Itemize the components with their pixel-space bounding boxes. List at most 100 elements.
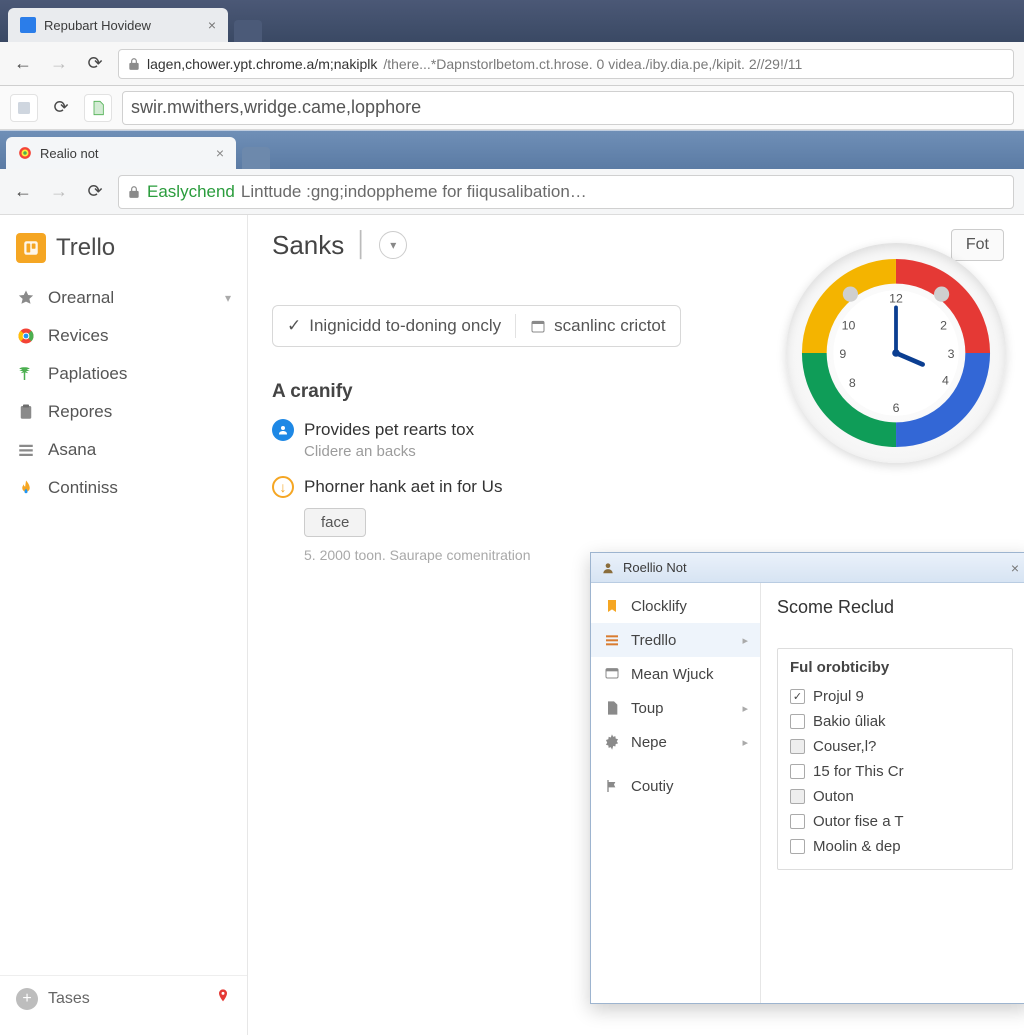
check-row[interactable]: 15 for This Cr bbox=[790, 759, 1000, 784]
brand-label: Trello bbox=[56, 234, 115, 262]
add-icon[interactable]: + bbox=[16, 988, 38, 1010]
new-tab-button[interactable] bbox=[242, 147, 270, 169]
chevron-right-icon: ▸ bbox=[742, 702, 748, 715]
sidebar-item-revices[interactable]: Revices bbox=[0, 317, 247, 355]
close-icon[interactable]: × bbox=[208, 17, 216, 33]
sidebar-item-label: Paplatioes bbox=[48, 364, 127, 384]
sidebar-item-continiss[interactable]: Continiss bbox=[0, 469, 247, 507]
popup-group-title: Ful orobticiby bbox=[790, 659, 1000, 676]
svg-text:9: 9 bbox=[839, 347, 846, 361]
title-dropdown[interactable]: ▾ bbox=[379, 231, 407, 259]
list-icon bbox=[603, 631, 621, 649]
brand-icon bbox=[16, 233, 46, 263]
outer-browser-tab[interactable]: Repubart Hovidew × bbox=[8, 8, 228, 42]
checkbox-icon[interactable] bbox=[790, 839, 805, 854]
omnibox-path: Linttude :gng;indoppheme for fiiqusaliba… bbox=[241, 182, 587, 202]
gear-icon bbox=[603, 733, 621, 751]
filter-seg-right[interactable]: scanlinc crictot bbox=[516, 306, 679, 346]
checkbox-icon[interactable] bbox=[790, 789, 805, 804]
svg-text:8: 8 bbox=[849, 376, 856, 390]
feed-entry-row[interactable]: ↓ Phorner hank aet in for Us bbox=[272, 476, 792, 498]
tab-favicon bbox=[20, 17, 36, 33]
outer-address-bar: lagen,chower.ypt.chrome.a/m;nakiplk /the… bbox=[0, 42, 1024, 86]
check-label: Moolin & dep bbox=[813, 838, 901, 855]
extension-toolbar: swir.mwithers,wridge.came,lopphore bbox=[0, 86, 1024, 130]
forward-button[interactable] bbox=[46, 179, 72, 205]
secondary-omnibox-text: swir.mwithers,wridge.came,lopphore bbox=[131, 97, 421, 118]
popup-side-clocklify[interactable]: Clocklify bbox=[591, 589, 760, 623]
popup-side-meanwjuck[interactable]: Mean Wjuck bbox=[591, 657, 760, 691]
check-row[interactable]: Couser,l? bbox=[790, 734, 1000, 759]
reload-button[interactable] bbox=[82, 51, 108, 77]
check-label: Couser,l? bbox=[813, 738, 876, 755]
palm-icon bbox=[16, 364, 36, 384]
outer-browser-window: Repubart Hovidew × lagen,chower.ypt.chro… bbox=[0, 0, 1024, 130]
feed-entry: ↓ Phorner hank aet in for Us face 5. 200… bbox=[272, 476, 792, 563]
popup-titlebar[interactable]: Roellio Not × bbox=[591, 553, 1024, 583]
sidebar-item-label: Revices bbox=[48, 326, 108, 346]
outer-omnibox[interactable]: lagen,chower.ypt.chrome.a/m;nakiplk /the… bbox=[118, 49, 1014, 79]
popup-side-label: Mean Wjuck bbox=[631, 666, 714, 683]
popup-heading: Scome Reclud bbox=[777, 597, 1013, 618]
checkbox-icon[interactable] bbox=[790, 714, 805, 729]
star-icon bbox=[16, 288, 36, 308]
clock-icon: 12 2 3 4 6 8 9 10 bbox=[801, 258, 991, 448]
header-action-button[interactable]: Fot bbox=[951, 229, 1004, 261]
close-icon[interactable]: × bbox=[216, 145, 224, 161]
close-icon[interactable]: × bbox=[1011, 560, 1019, 576]
sidebar-item-paplatioes[interactable]: Paplatioes bbox=[0, 355, 247, 393]
sidebar-footer-label: Tases bbox=[48, 990, 215, 1008]
forward-button[interactable] bbox=[46, 51, 72, 77]
new-tab-button[interactable] bbox=[234, 20, 262, 42]
popup-side-label: Coutiy bbox=[631, 778, 674, 795]
inner-tab-title: Realio not bbox=[40, 146, 208, 161]
reload-button[interactable] bbox=[82, 179, 108, 205]
popup-sidebar: Clocklify Tredllo ▸ Mean Wjuck Toup ▸ Ne… bbox=[591, 583, 761, 1003]
popup-side-tredllo[interactable]: Tredllo ▸ bbox=[591, 623, 760, 657]
tab-favicon bbox=[18, 146, 32, 160]
svg-text:12: 12 bbox=[889, 292, 903, 306]
checkbox-icon[interactable] bbox=[790, 814, 805, 829]
pin-icon[interactable] bbox=[215, 986, 231, 1011]
check-label: Outor fise a T bbox=[813, 813, 904, 830]
popup-side-nepe[interactable]: Nepe ▸ bbox=[591, 725, 760, 759]
sidebar-nav: Orearnal ▾ Revices Paplatioes bbox=[0, 279, 247, 507]
check-row[interactable]: Outon bbox=[790, 784, 1000, 809]
sidebar: Trello Orearnal ▾ Revices bbox=[0, 215, 248, 1035]
back-button[interactable] bbox=[10, 51, 36, 77]
check-label: Projul 9 bbox=[813, 688, 864, 705]
popup-body: Clocklify Tredllo ▸ Mean Wjuck Toup ▸ Ne… bbox=[591, 583, 1024, 1003]
check-row[interactable]: Outor fise a T bbox=[790, 809, 1000, 834]
svg-text:4: 4 bbox=[942, 373, 949, 387]
check-row[interactable]: Bakio ûliak bbox=[790, 709, 1000, 734]
check-row[interactable]: Moolin & dep bbox=[790, 834, 1000, 859]
check-row[interactable]: Projul 9 bbox=[790, 684, 1000, 709]
sidebar-item-orearnal[interactable]: Orearnal ▾ bbox=[0, 279, 247, 317]
extension-icon[interactable] bbox=[10, 94, 38, 122]
checkbox-icon[interactable] bbox=[790, 739, 805, 754]
check-label: Bakio ûliak bbox=[813, 713, 886, 730]
filter-seg-left[interactable]: ✓ Inignicidd to-doning oncly bbox=[273, 306, 515, 346]
inner-omnibox[interactable]: Easlychend Linttude :gng;indoppheme for … bbox=[118, 175, 1014, 209]
sidebar-item-asana[interactable]: Asana bbox=[0, 431, 247, 469]
feed-entry-row[interactable]: Provides pet rearts tox bbox=[272, 419, 792, 441]
checkbox-icon[interactable] bbox=[790, 764, 805, 779]
person-icon bbox=[601, 561, 615, 575]
doc-icon bbox=[603, 699, 621, 717]
sidebar-item-repores[interactable]: Repores bbox=[0, 393, 247, 431]
sidebar-item-label: Orearnal bbox=[48, 288, 114, 308]
checkbox-icon[interactable] bbox=[790, 689, 805, 704]
page-icon[interactable] bbox=[84, 94, 112, 122]
svg-text:3: 3 bbox=[948, 347, 955, 361]
filter-bar[interactable]: ✓ Inignicidd to-doning oncly scanlinc cr… bbox=[272, 305, 681, 347]
feed-entry-button[interactable]: face bbox=[304, 508, 366, 537]
brand[interactable]: Trello bbox=[0, 229, 247, 279]
back-button[interactable] bbox=[10, 179, 36, 205]
inner-browser-tab[interactable]: Realio not × bbox=[6, 137, 236, 169]
clipboard-icon bbox=[16, 402, 36, 422]
popup-side-toup[interactable]: Toup ▸ bbox=[591, 691, 760, 725]
popup-side-coutiy[interactable]: Coutiy bbox=[591, 769, 760, 803]
reload-button-2[interactable] bbox=[48, 95, 74, 121]
secondary-omnibox[interactable]: swir.mwithers,wridge.came,lopphore bbox=[122, 91, 1014, 125]
popup-side-label: Nepe bbox=[631, 734, 667, 751]
